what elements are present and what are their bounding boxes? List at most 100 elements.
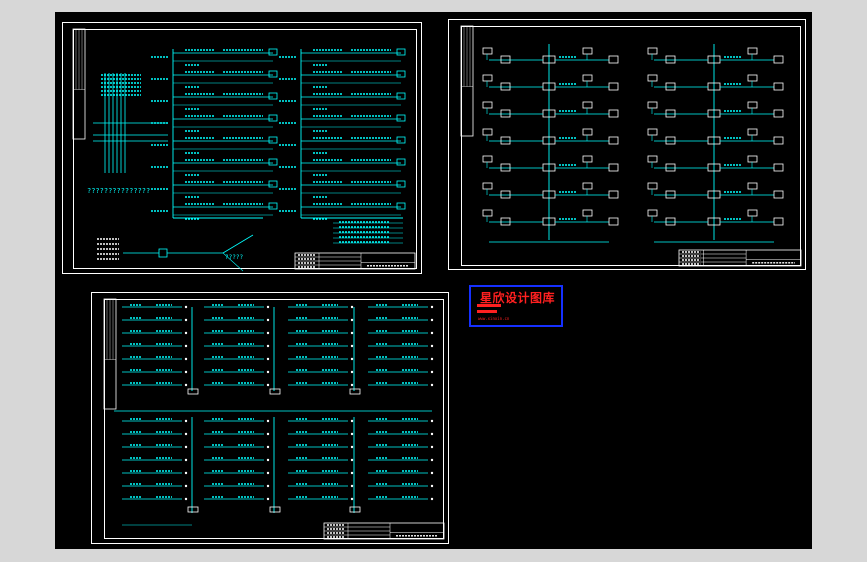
cad-box — [665, 190, 676, 199]
cad-box — [747, 155, 758, 163]
cad-box — [773, 163, 784, 172]
cad-box — [773, 55, 784, 64]
drawing-sheet-3[interactable] — [91, 292, 449, 544]
watermark-url: www.xinxin.cn — [478, 316, 510, 321]
terminal-dot — [266, 432, 270, 436]
sheet-1-note: ??????????????? — [87, 187, 151, 195]
terminal-dot — [350, 357, 354, 361]
cad-line — [222, 234, 254, 254]
terminal-dot — [350, 458, 354, 462]
cad-box — [608, 217, 619, 226]
terminal-dot — [266, 331, 270, 335]
terminal-dot — [266, 318, 270, 322]
terminal-dot — [350, 471, 354, 475]
cad-box — [747, 101, 758, 109]
cad-box — [647, 128, 658, 136]
cad-box — [665, 217, 676, 226]
terminal-dot — [430, 471, 434, 475]
terminal-dot — [350, 419, 354, 423]
cad-box — [268, 158, 278, 166]
cad-box — [647, 47, 658, 55]
terminal-dot — [350, 344, 354, 348]
terminal-dot — [430, 344, 434, 348]
watermark-stamp: 星欣设计图库 www.xinxin.cn — [469, 285, 563, 327]
terminal-dot — [266, 497, 270, 501]
cad-box — [582, 47, 593, 55]
cad-box — [268, 48, 278, 56]
terminal-dot — [184, 305, 188, 309]
cad-box — [500, 217, 511, 226]
cad-box — [349, 388, 361, 395]
terminal-dot — [184, 458, 188, 462]
cad-box — [482, 74, 493, 82]
terminal-dot — [266, 458, 270, 462]
terminal-dot — [184, 318, 188, 322]
cad-box — [608, 190, 619, 199]
terminal-dot — [266, 383, 270, 387]
terminal-dot — [430, 318, 434, 322]
terminal-dot — [430, 370, 434, 374]
cad-box — [582, 182, 593, 190]
terminal-dot — [184, 471, 188, 475]
drawing-sheet-2[interactable] — [448, 19, 806, 270]
cad-box — [269, 388, 281, 395]
cad-box — [396, 180, 406, 188]
cad-box — [747, 182, 758, 190]
cad-box — [482, 128, 493, 136]
terminal-dot — [430, 484, 434, 488]
cad-box — [500, 190, 511, 199]
sheet-2-drawing — [460, 25, 802, 267]
terminal-dot — [430, 331, 434, 335]
drawing-sheet-1[interactable]: ??????????????? ????? — [62, 22, 422, 274]
cad-box — [482, 101, 493, 109]
terminal-dot — [350, 445, 354, 449]
cad-box — [647, 74, 658, 82]
cad-box — [747, 47, 758, 55]
terminal-dot — [350, 331, 354, 335]
cad-box — [268, 136, 278, 144]
cad-box — [665, 82, 676, 91]
terminal-dot — [350, 497, 354, 501]
cad-box — [747, 209, 758, 217]
cad-box — [482, 182, 493, 190]
terminal-dot — [350, 305, 354, 309]
cad-box — [482, 47, 493, 55]
cad-box — [500, 55, 511, 64]
drawing-viewport[interactable]: ??????????????? ????? 星欣设计图库 www.xinxin.… — [55, 12, 812, 549]
cad-box — [396, 202, 406, 210]
terminal-dot — [184, 432, 188, 436]
cad-box — [482, 209, 493, 217]
cad-box — [773, 109, 784, 118]
terminal-dot — [266, 370, 270, 374]
cad-box — [608, 55, 619, 64]
cad-box — [582, 155, 593, 163]
cad-box — [396, 158, 406, 166]
cad-box — [608, 82, 619, 91]
cad-box — [500, 109, 511, 118]
cad-box — [482, 155, 493, 163]
terminal-dot — [266, 344, 270, 348]
terminal-dot — [430, 497, 434, 501]
cad-box — [608, 163, 619, 172]
cad-box — [582, 209, 593, 217]
sheet-1-drawing — [72, 28, 416, 272]
cad-box — [747, 74, 758, 82]
terminal-dot — [266, 484, 270, 488]
terminal-dot — [430, 445, 434, 449]
cad-box — [396, 48, 406, 56]
terminal-dot — [266, 305, 270, 309]
cad-box — [773, 82, 784, 91]
terminal-dot — [430, 305, 434, 309]
terminal-dot — [184, 497, 188, 501]
terminal-dot — [184, 370, 188, 374]
terminal-dot — [184, 331, 188, 335]
terminal-dot — [430, 357, 434, 361]
cad-box — [396, 114, 406, 122]
terminal-dot — [266, 419, 270, 423]
cad-box — [396, 136, 406, 144]
terminal-dot — [266, 445, 270, 449]
cad-box — [773, 217, 784, 226]
terminal-dot — [350, 370, 354, 374]
cad-box — [582, 74, 593, 82]
cad-box — [349, 506, 361, 513]
